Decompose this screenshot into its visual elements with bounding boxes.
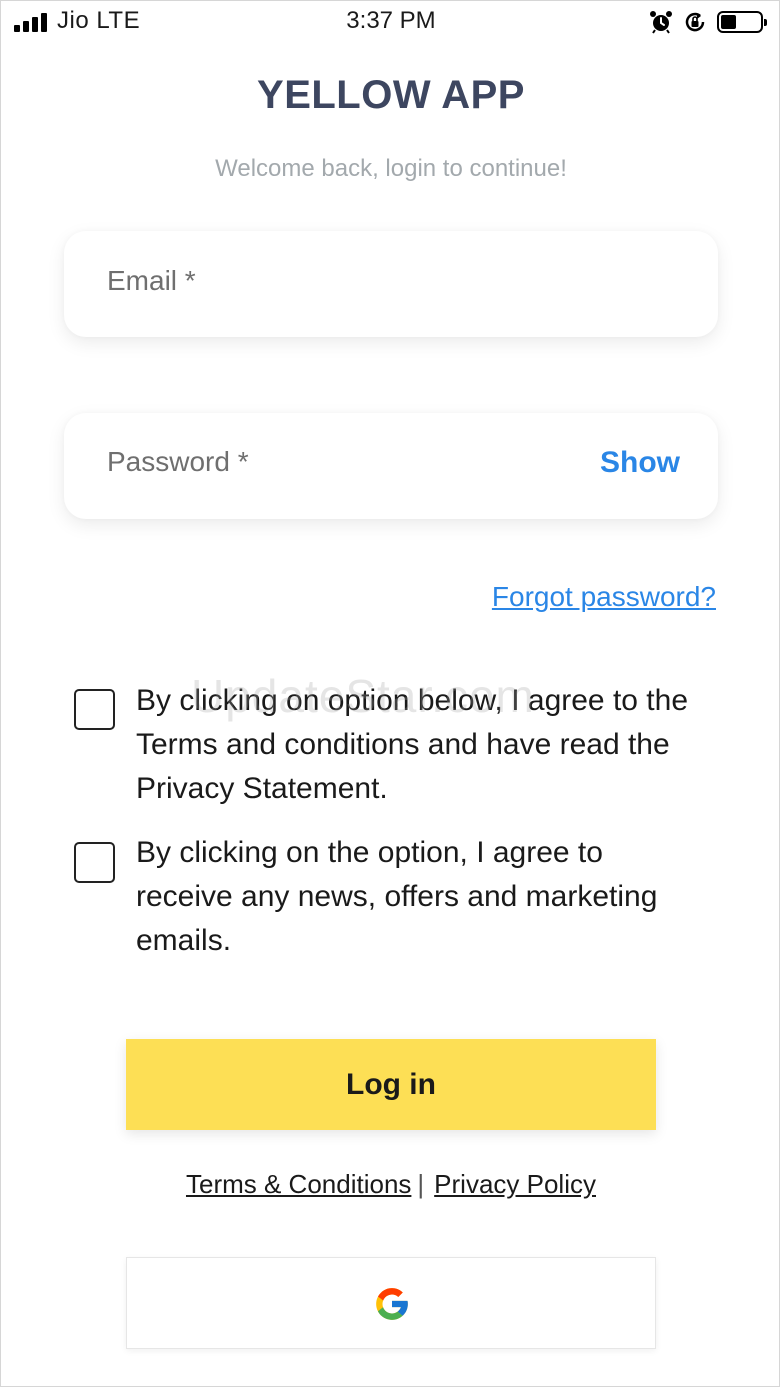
terms-checkbox[interactable] [74, 689, 115, 730]
status-icons [649, 9, 767, 35]
marketing-checkbox[interactable] [74, 842, 115, 883]
forgot-password-link[interactable]: Forgot password? [492, 581, 716, 613]
rotation-lock-icon [685, 12, 705, 32]
google-icon [376, 1288, 408, 1320]
privacy-link[interactable]: Privacy Policy [434, 1169, 596, 1199]
battery-icon [717, 11, 767, 33]
password-field[interactable]: Password * Show [64, 413, 718, 519]
alarm-icon [650, 11, 672, 34]
app-title: YELLOW APP [257, 73, 525, 117]
email-field[interactable]: Email * [64, 231, 718, 337]
show-password-button[interactable]: Show [600, 446, 680, 480]
google-login-button[interactable] [126, 1257, 656, 1349]
status-bar: Jio LTE 3:37 PM [1, 1, 780, 43]
footer-separator: | [417, 1169, 425, 1199]
terms-consent-text: By clicking on option below, I agree to … [136, 684, 689, 805]
password-label: Password * [107, 446, 249, 477]
email-label: Email * [107, 265, 196, 296]
marketing-consent-text: By clicking on the option, I agree to re… [136, 836, 658, 957]
welcome-subtitle: Welcome back, login to continue! [215, 155, 567, 182]
footer-links: Terms & Conditions | Privacy Policy [1, 1169, 780, 1200]
login-button[interactable]: Log in [126, 1039, 656, 1130]
marketing-consent: By clicking on the option, I agree to re… [74, 831, 694, 961]
terms-link[interactable]: Terms & Conditions [186, 1169, 411, 1199]
terms-consent: By clicking on option below, I agree to … [74, 679, 694, 809]
